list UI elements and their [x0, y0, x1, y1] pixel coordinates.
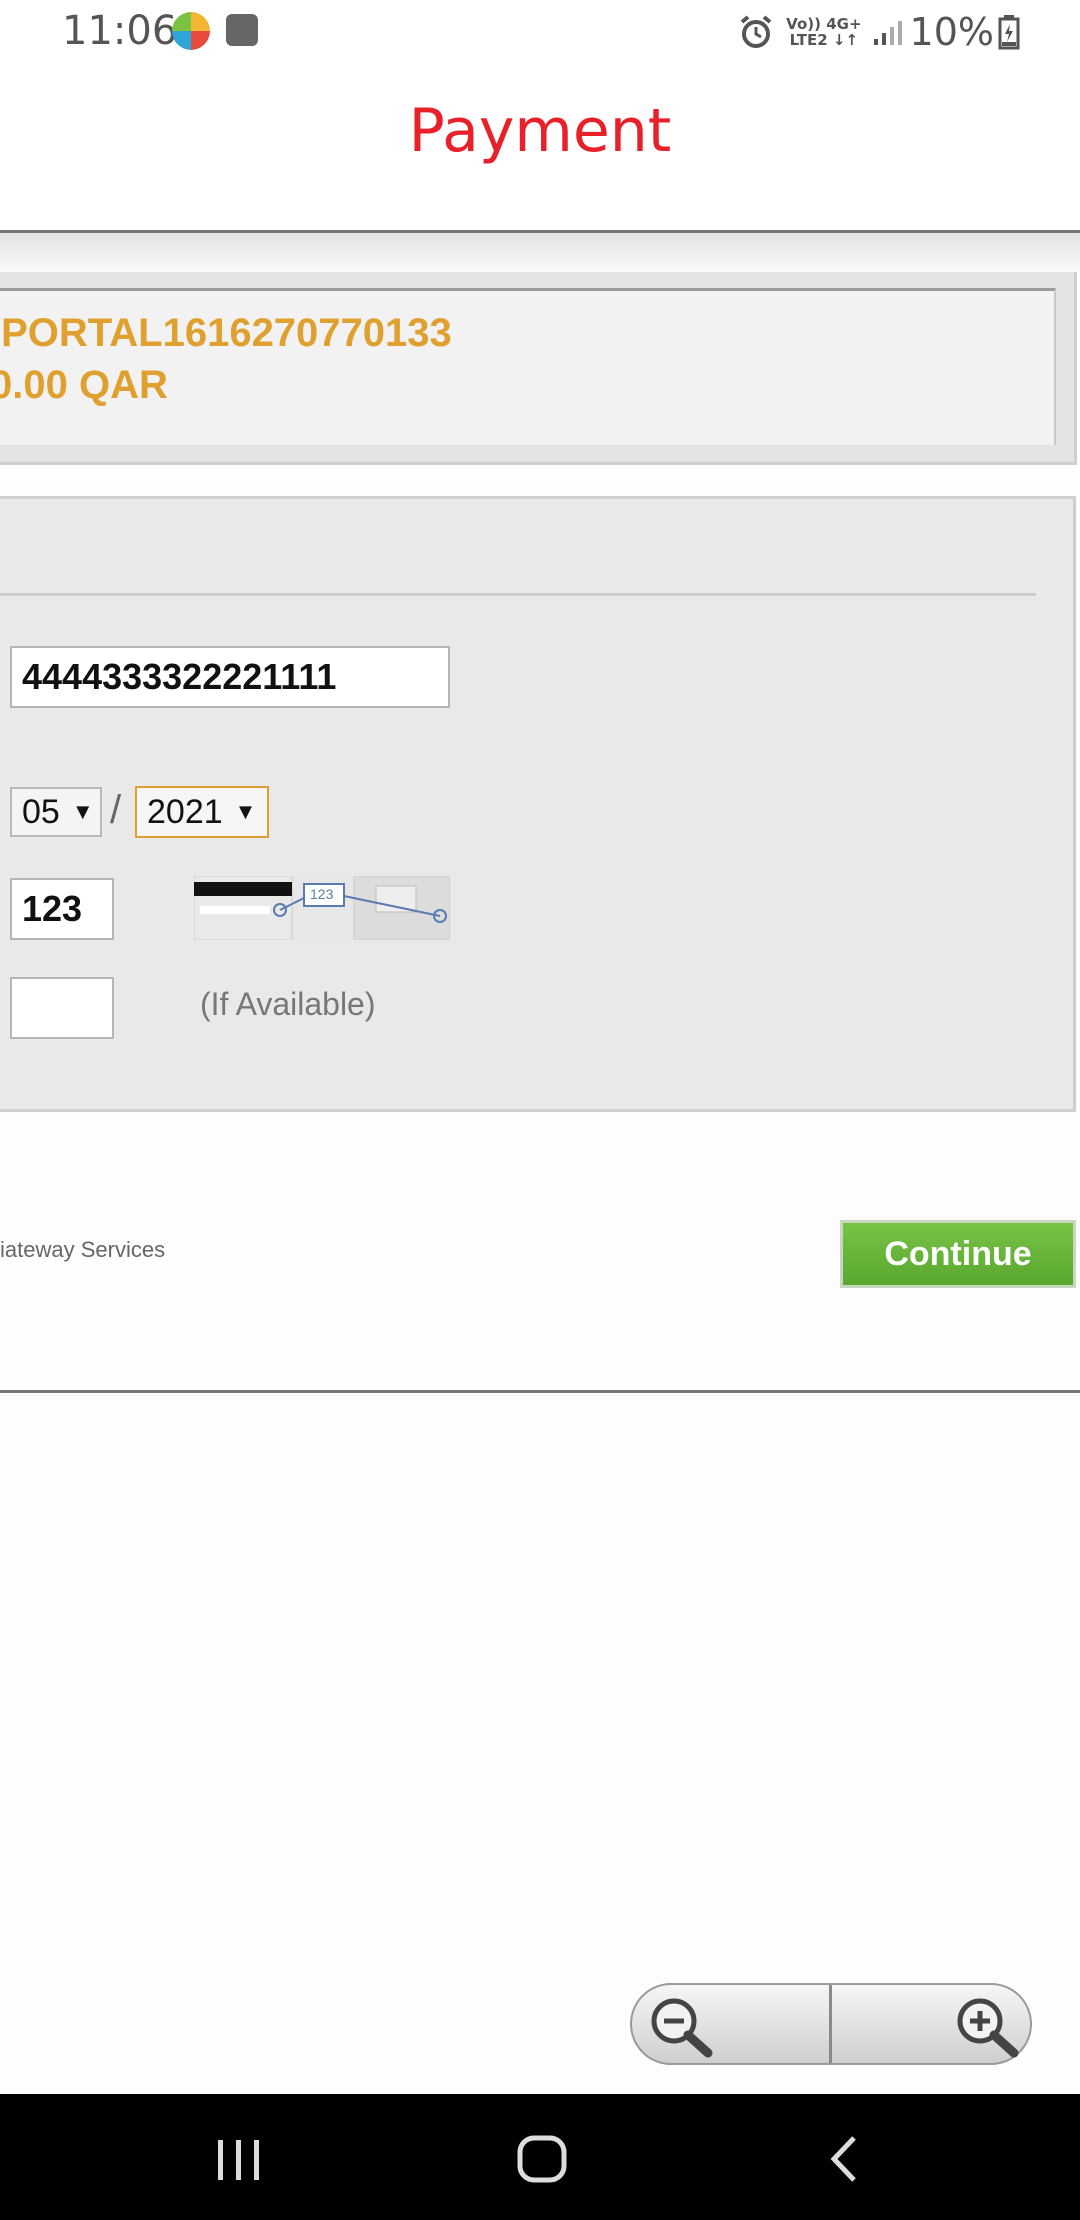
dropdown-arrow-icon: ▼: [71, 799, 94, 824]
order-summary-box: IPORTAL1616270770133 0.00 QAR: [0, 288, 1056, 445]
expiry-year-select[interactable]: 2021 ▼: [135, 786, 269, 838]
zoom-in-icon: [957, 1998, 1019, 2058]
expiry-separator: /: [110, 788, 122, 832]
status-bar: 11:06 Vo)) 4G+ LTE2 ↓↑ 10%: [0, 0, 1080, 66]
zoom-in-button[interactable]: [832, 1985, 1030, 2063]
system-navigation-bar: [0, 2094, 1080, 2220]
zoom-out-icon: [651, 1998, 713, 2058]
zoom-control: [630, 1983, 1032, 2065]
cvv-input[interactable]: [10, 878, 114, 940]
status-right: Vo)) 4G+ LTE2 ↓↑ 10%: [738, 10, 1020, 54]
dropdown-arrow-icon: ▼: [234, 799, 257, 824]
network-bottom-label: LTE2 ↓↑: [789, 31, 859, 49]
cvv-hint-image: 123: [193, 875, 451, 941]
page-title: Payment: [408, 96, 672, 166]
continue-button[interactable]: Continue: [840, 1220, 1076, 1288]
order-reference: IPORTAL1616270770133: [0, 311, 452, 355]
battery-charging-icon: [998, 15, 1020, 50]
app-notification-icon: [172, 12, 210, 50]
expiry-month-value: 05: [22, 792, 60, 831]
optional-code-input[interactable]: [10, 977, 114, 1039]
card-number-input[interactable]: [10, 646, 450, 708]
cvv-hint-number: 123: [310, 886, 334, 902]
expiry-month-select[interactable]: 05 ▼: [10, 787, 102, 837]
network-indicator: Vo)) 4G+ LTE2 ↓↑: [786, 16, 861, 48]
status-time: 11:06: [62, 8, 178, 54]
zoom-out-button[interactable]: [632, 1985, 829, 2063]
header-shadow-band: [0, 233, 1080, 273]
signal-icon: [873, 21, 902, 45]
expiry-year-value: 2021: [147, 792, 223, 831]
battery-percent: 10%: [909, 10, 994, 54]
wifi-notification-icon: [226, 14, 258, 46]
alarm-icon: [740, 15, 772, 48]
optional-code-hint: (If Available): [200, 986, 376, 1022]
back-icon[interactable]: [826, 2134, 860, 2184]
gateway-services-text: iateway Services: [0, 1237, 166, 1262]
content-bottom-border: [0, 1390, 1080, 1393]
recent-apps-icon[interactable]: [216, 2138, 262, 2182]
order-amount: 0.00 QAR: [0, 363, 168, 407]
home-icon[interactable]: [516, 2134, 568, 2184]
section-divider: [0, 593, 1036, 596]
